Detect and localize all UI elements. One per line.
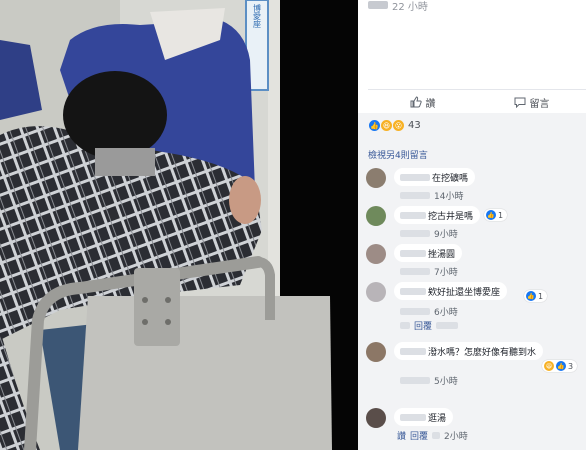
comment-time-blurred[interactable] xyxy=(436,322,459,329)
comment-reaction-badge[interactable]: 😆 👍 3 xyxy=(542,360,578,372)
like-reaction-icon: 👍 xyxy=(486,210,496,220)
commenter-name-blurred[interactable] xyxy=(400,211,426,219)
view-more-comments-link[interactable]: 檢視另4則留言 xyxy=(368,148,428,161)
comment-bubble: 在挖礦嗎 xyxy=(394,168,476,186)
commenter-name-blurred[interactable] xyxy=(400,347,426,355)
reaction-count: 43 xyxy=(408,120,421,131)
like-link[interactable]: 讚 xyxy=(397,429,406,442)
comment-separator-blurred xyxy=(432,432,441,439)
comment-time[interactable]: 6小時 xyxy=(434,305,458,318)
comments-panel: 22 小時 讚 留言 👍 😆 😮 43 檢視另4則留言 在挖礦嗎 14小時 挖古… xyxy=(358,0,586,450)
post-time: 22 小時 xyxy=(392,1,428,13)
photo-illustration: 博愛座 xyxy=(0,0,358,450)
comment-bubble: 挫湯圓 xyxy=(394,244,463,262)
comment-meta: 14小時 xyxy=(400,189,463,202)
comment-bubble: 挖古井是嗎 xyxy=(394,206,481,224)
comment-label: 留言 xyxy=(529,98,550,110)
avatar[interactable] xyxy=(366,282,386,302)
reply-link[interactable]: 回覆 xyxy=(414,319,432,332)
commenter-name-blurred[interactable] xyxy=(400,287,426,295)
comment-actions-blurred[interactable] xyxy=(400,192,430,199)
comment-meta-row: 回覆 xyxy=(400,319,459,332)
comment-actions-blurred[interactable] xyxy=(400,308,430,315)
comment-text: 欸好扯還坐博愛座 xyxy=(428,287,501,298)
comment-meta: 7小時 xyxy=(400,265,458,278)
avatar[interactable] xyxy=(366,342,386,362)
avatar[interactable] xyxy=(366,168,386,188)
comment-meta: 5小時 xyxy=(400,374,458,387)
commenter-name-blurred[interactable] xyxy=(400,413,426,421)
comment-reaction-badge[interactable]: 👍 1 xyxy=(524,290,548,302)
comment-bubble: 欸好扯還坐博愛座 xyxy=(394,282,508,300)
comment-time[interactable]: 7小時 xyxy=(434,265,458,278)
comment-text: 逛湯 xyxy=(428,413,447,424)
comment-time[interactable]: 2小時 xyxy=(444,429,468,442)
poster-name-blurred xyxy=(368,1,388,9)
avatar[interactable] xyxy=(366,206,386,226)
comment-reaction-badge[interactable]: 👍 1 xyxy=(484,209,508,221)
comment-text: 潑水嗎？怎麼好像有聽到水 xyxy=(428,347,537,358)
comment-bubble: 逛湯 xyxy=(394,408,454,426)
comment-text: 在挖礦嗎 xyxy=(432,173,469,184)
like-label: 讚 xyxy=(425,98,436,110)
comment-text: 挖古井是嗎 xyxy=(428,211,474,222)
wow-reaction-icon: 😮 xyxy=(392,119,405,132)
comment-actions-blurred[interactable] xyxy=(400,268,430,275)
comment-like-blurred[interactable] xyxy=(400,322,410,329)
comment-actions-blurred[interactable] xyxy=(400,377,430,384)
comment-bubble: 潑水嗎？怎麼好像有聽到水 xyxy=(394,342,544,360)
post-header: 22 小時 xyxy=(368,0,428,13)
post-photo[interactable]: 博愛座 xyxy=(0,0,358,450)
thumbs-up-icon xyxy=(410,96,422,108)
haha-reaction-icon: 😆 xyxy=(544,361,554,371)
comment-button[interactable]: 留言 xyxy=(477,90,586,114)
badge-count: 1 xyxy=(538,291,544,301)
post-actions: 讚 留言 xyxy=(368,89,586,114)
reaction-summary[interactable]: 👍 😆 😮 43 xyxy=(368,119,421,132)
comment-time[interactable]: 14小時 xyxy=(434,189,463,202)
comment-text: 挫湯圓 xyxy=(428,249,456,260)
commenter-name-blurred[interactable] xyxy=(400,173,430,181)
comment-time[interactable]: 9小時 xyxy=(434,227,458,240)
like-reaction-icon: 👍 xyxy=(526,291,536,301)
reply-link[interactable]: 回覆 xyxy=(410,429,428,442)
comment-meta: 讚 回覆 2小時 xyxy=(397,429,468,442)
comment-meta: 6小時 xyxy=(400,305,458,318)
badge-count: 1 xyxy=(498,210,504,220)
like-reaction-icon: 👍 xyxy=(556,361,566,371)
avatar[interactable] xyxy=(366,408,386,428)
avatar[interactable] xyxy=(366,244,386,264)
comment-meta: 9小時 xyxy=(400,227,458,240)
comment-time[interactable]: 5小時 xyxy=(434,374,458,387)
commenter-name-blurred[interactable] xyxy=(400,249,426,257)
like-button[interactable]: 讚 xyxy=(368,90,477,114)
comment-icon xyxy=(514,97,525,108)
badge-count: 3 xyxy=(568,361,574,371)
seat-sign: 博愛座 xyxy=(253,3,262,29)
comment-actions-blurred[interactable] xyxy=(400,230,430,237)
